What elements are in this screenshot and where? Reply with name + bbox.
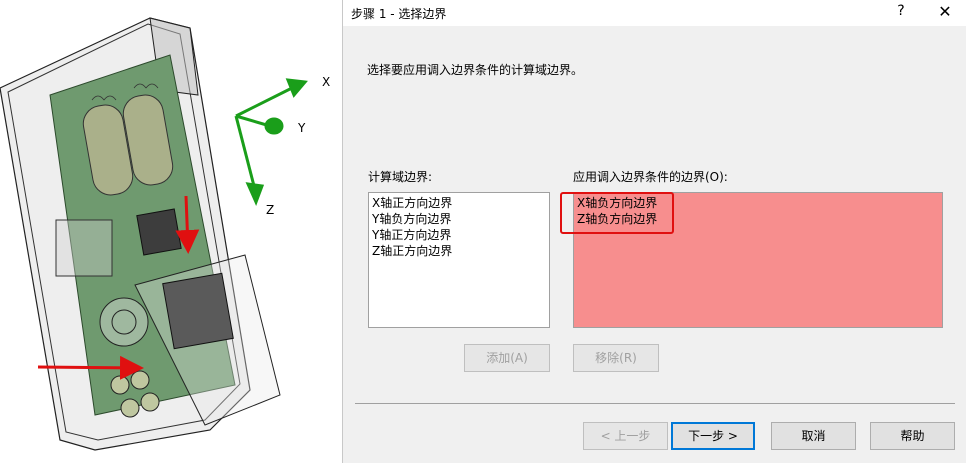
annotation-arrow-down — [175, 195, 200, 254]
highlight-annotation-box — [560, 192, 674, 234]
list-item[interactable]: Y轴负方向边界 — [372, 211, 549, 227]
dialog-title: 步骤 1 - 选择边界 — [351, 7, 447, 21]
instruction-text: 选择要应用调入边界条件的计算域边界。 — [367, 63, 584, 77]
divider — [355, 403, 955, 404]
annotation-arrow-right — [37, 355, 144, 380]
cancel-button[interactable]: 取消 — [771, 422, 856, 450]
title-bar: 步骤 1 - 选择边界 ? ✕ — [343, 0, 966, 26]
help-icon[interactable]: ? — [893, 3, 909, 19]
add-button[interactable]: 添加(A) — [464, 344, 550, 372]
axis-z-label: Z — [266, 203, 274, 217]
list-item[interactable]: Y轴正方向边界 — [372, 227, 549, 243]
axis-x-label: X — [322, 75, 330, 89]
axis-y-label: Y — [297, 121, 306, 135]
enclosure-model-graphic: X Y Z — [0, 17, 330, 451]
next-button[interactable]: 下一步 > — [671, 422, 755, 450]
list-item[interactable]: Z轴正方向边界 — [372, 243, 549, 259]
close-icon[interactable]: ✕ — [935, 2, 955, 21]
domain-boundaries-label: 计算域边界: — [368, 170, 433, 184]
applied-boundaries-label: 应用调入边界条件的边界(O): — [573, 170, 728, 184]
domain-boundaries-list[interactable]: X轴正方向边界 Y轴负方向边界 Y轴正方向边界 Z轴正方向边界 — [368, 192, 550, 328]
back-button[interactable]: < 上一步 — [583, 422, 668, 450]
remove-button[interactable]: 移除(R) — [573, 344, 659, 372]
select-boundary-dialog: 步骤 1 - 选择边界 ? ✕ 选择要应用调入边界条件的计算域边界。 计算域边界… — [342, 0, 966, 463]
list-item[interactable]: X轴正方向边界 — [372, 195, 549, 211]
help-button[interactable]: 帮助 — [870, 422, 955, 450]
model-viewport[interactable]: X Y Z — [0, 0, 342, 463]
